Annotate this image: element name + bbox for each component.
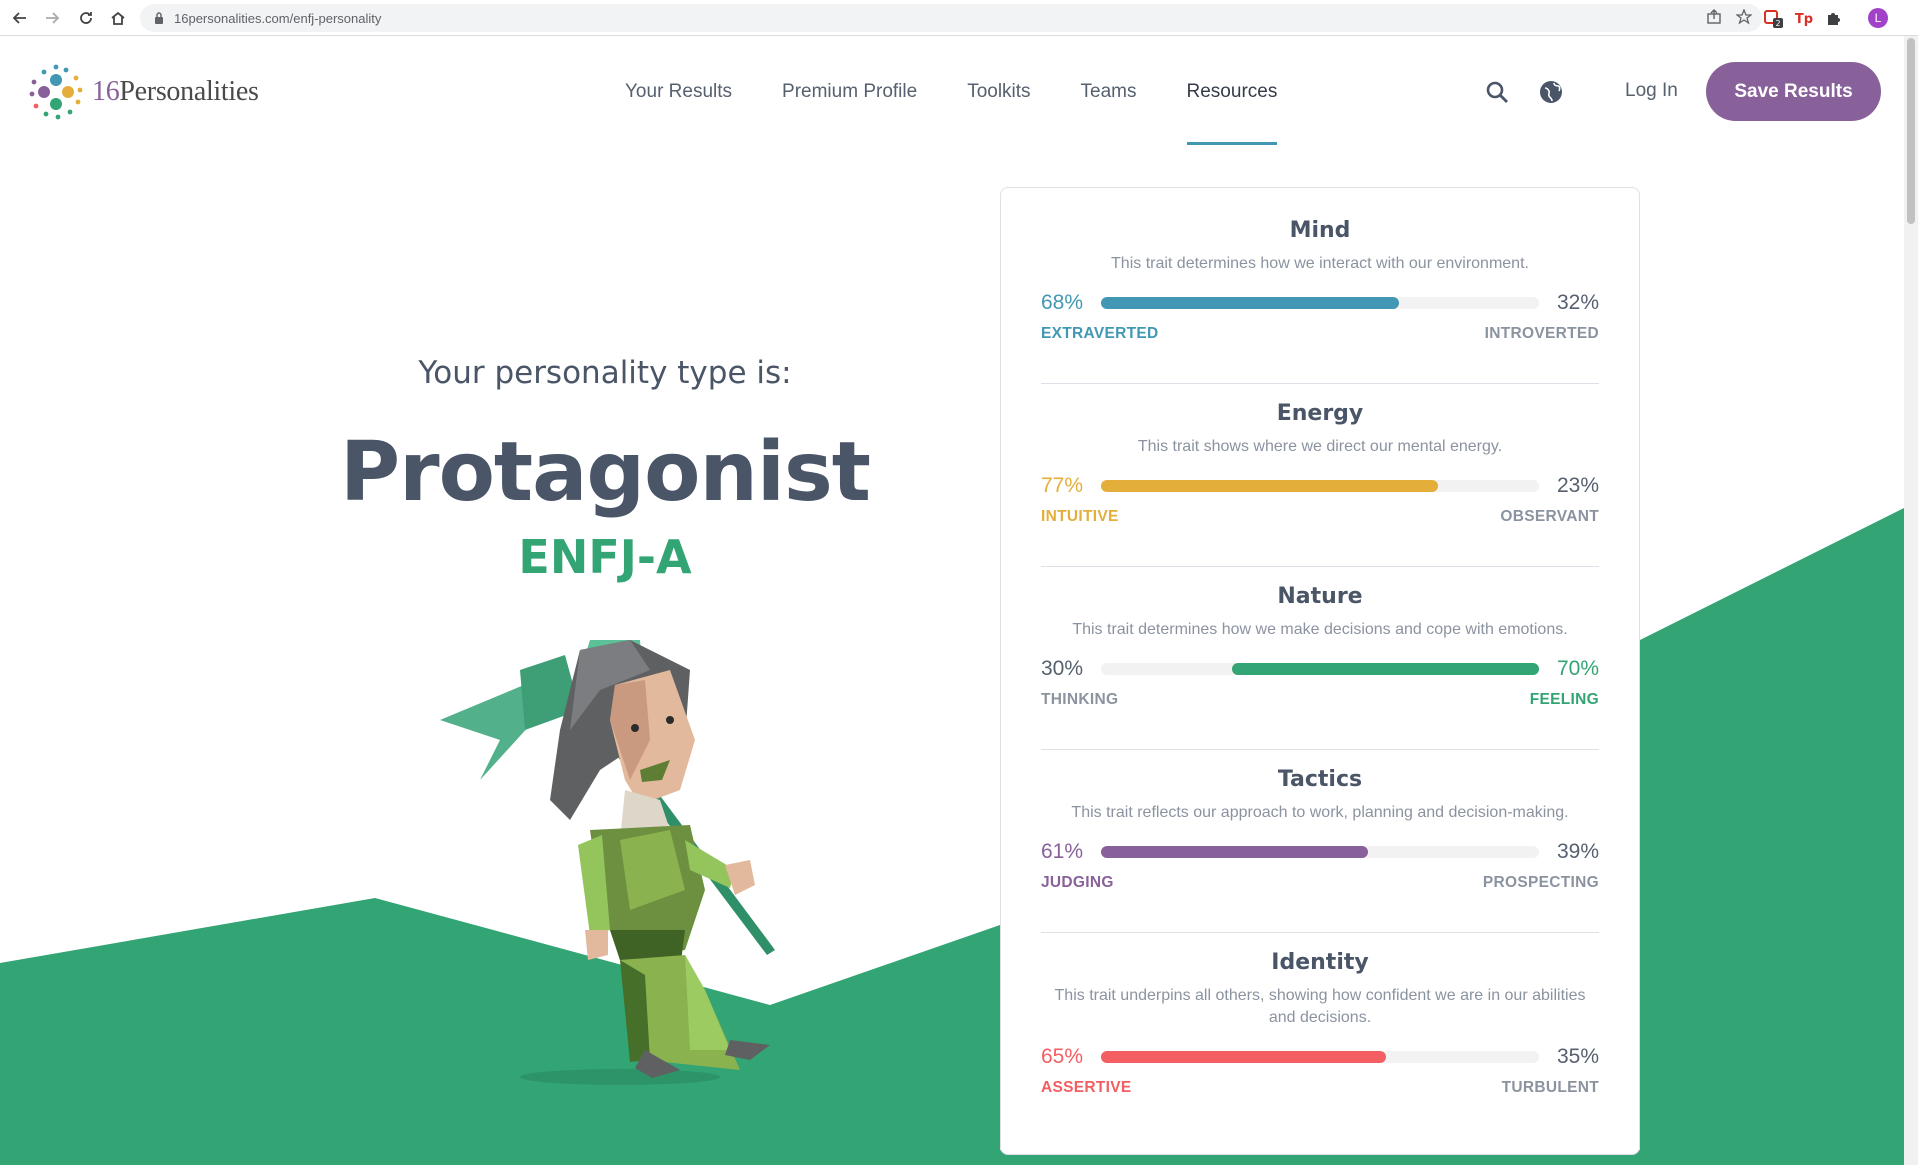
share-icon[interactable] <box>1706 9 1722 30</box>
trait-bar-fill <box>1232 663 1539 675</box>
trait-right-label: OBSERVANT <box>1500 508 1599 525</box>
scrollbar-thumb[interactable] <box>1907 38 1915 224</box>
traits-card: Mind This trait determines how we interac… <box>1000 187 1640 1155</box>
svg-text:Tp: Tp <box>1795 12 1813 27</box>
browser-toolbar: 16personalities.com/enfj-personality 2 T… <box>0 0 1918 36</box>
trait-name: Identity <box>1271 950 1369 975</box>
trait-name: Tactics <box>1277 767 1363 792</box>
trait-identity[interactable]: Identity This trait underpins all others,… <box>1041 950 1599 1099</box>
trait-bar-fill <box>1101 297 1399 309</box>
trait-bar-row: 77% 23% <box>1041 472 1599 500</box>
logo-number: 16 <box>92 76 120 107</box>
site-logo[interactable]: 16Personalities <box>28 64 259 120</box>
trait-divider <box>1041 383 1599 384</box>
logo-dots-icon <box>29 64 83 120</box>
page-scrollbar[interactable] <box>1904 36 1918 1165</box>
lock-icon <box>152 11 166 25</box>
profile-avatar[interactable]: L <box>1868 8 1888 28</box>
nav-resources[interactable]: Resources <box>1162 70 1303 145</box>
logo-word: Personalities <box>119 76 259 107</box>
nav-premium-profile[interactable]: Premium Profile <box>757 70 942 145</box>
trait-left-percent: 61% <box>1041 840 1084 863</box>
back-icon[interactable] <box>8 6 32 30</box>
save-results-button[interactable]: Save Results <box>1706 62 1881 121</box>
nav-toolkits[interactable]: Toolkits <box>942 70 1055 145</box>
trait-bar-track <box>1101 663 1539 675</box>
extension-badge-count: 2 <box>1775 19 1780 28</box>
personality-type-code: ENFJ-A <box>518 530 692 584</box>
extension-badge-icon[interactable]: 2 <box>1762 6 1786 30</box>
nav-teams[interactable]: Teams <box>1056 70 1162 145</box>
main-navigation: Your Results Premium Profile Toolkits Te… <box>600 70 1302 145</box>
trait-right-label: FEELING <box>1529 691 1599 708</box>
trait-right-percent: 23% <box>1556 474 1599 497</box>
trait-right-label: INTROVERTED <box>1484 325 1599 342</box>
globe-icon[interactable] <box>1539 80 1563 104</box>
trait-bar-fill <box>1101 480 1439 492</box>
extensions-puzzle-icon[interactable] <box>1822 6 1846 30</box>
trait-left-label: THINKING <box>1041 691 1119 708</box>
trait-bar-row: 65% 35% <box>1041 1043 1599 1071</box>
trait-description: This trait determines how we make decisi… <box>1072 621 1568 638</box>
trait-bar-fill <box>1101 846 1369 858</box>
trait-bar-track <box>1101 846 1539 858</box>
reload-icon[interactable] <box>74 6 98 30</box>
trait-description: This trait determines how we interact wi… <box>1111 255 1529 272</box>
trait-left-label: JUDGING <box>1041 874 1114 891</box>
trait-left-percent: 77% <box>1041 474 1084 497</box>
trait-bar-track <box>1101 1051 1539 1063</box>
trait-right-label: PROSPECTING <box>1482 874 1599 891</box>
home-icon[interactable] <box>106 6 130 30</box>
trait-name: Mind <box>1289 218 1351 243</box>
trait-divider <box>1041 566 1599 567</box>
login-link[interactable]: Log In <box>1625 80 1678 102</box>
url-text: 16personalities.com/enfj-personality <box>174 10 382 26</box>
trait-right-percent: 32% <box>1556 291 1599 314</box>
tp-extension-icon[interactable]: Tp <box>1792 6 1816 30</box>
trait-right-percent: 35% <box>1556 1045 1599 1068</box>
trait-left-percent: 30% <box>1041 657 1084 680</box>
trait-label-row: ASSERTIVE TURBULENT <box>1041 1079 1599 1099</box>
hero-subtitle: Your personality type is: <box>418 355 792 391</box>
trait-bar-row: 61% 39% <box>1041 838 1599 866</box>
search-icon[interactable] <box>1485 80 1509 104</box>
nav-your-results[interactable]: Your Results <box>600 70 757 145</box>
trait-left-percent: 68% <box>1041 291 1084 314</box>
trait-right-percent: 39% <box>1556 840 1599 863</box>
trait-left-percent: 65% <box>1041 1045 1084 1068</box>
trait-label-row: INTUITIVE OBSERVANT <box>1041 508 1599 528</box>
bookmark-star-icon[interactable] <box>1735 8 1753 30</box>
protagonist-illustration <box>440 640 775 1085</box>
trait-right-percent: 70% <box>1556 657 1599 680</box>
forward-icon[interactable] <box>40 6 64 30</box>
trait-mind[interactable]: Mind This trait determines how we interac… <box>1041 218 1599 384</box>
trait-divider <box>1041 932 1599 933</box>
trait-label-row: JUDGING PROSPECTING <box>1041 874 1599 894</box>
trait-left-label: ASSERTIVE <box>1041 1079 1132 1096</box>
trait-bar-track <box>1101 297 1539 309</box>
trait-label-row: THINKING FEELING <box>1041 691 1599 711</box>
trait-name: Energy <box>1276 401 1364 426</box>
trait-left-label: INTUITIVE <box>1041 508 1119 525</box>
trait-bar-row: 30% 70% <box>1041 655 1599 683</box>
trait-description: This trait underpins all others, showing… <box>1054 987 1586 1026</box>
trait-right-label: TURBULENT <box>1501 1079 1599 1096</box>
logo-text: 16Personalities <box>92 76 259 108</box>
trait-left-label: EXTRAVERTED <box>1041 325 1159 342</box>
trait-tactics[interactable]: Tactics This trait reflects our approach … <box>1041 767 1599 933</box>
trait-energy[interactable]: Energy This trait shows where we direct o… <box>1041 401 1599 567</box>
trait-divider <box>1041 749 1599 750</box>
trait-description: This trait reflects our approach to work… <box>1071 804 1569 821</box>
trait-description: This trait shows where we direct our men… <box>1137 438 1503 455</box>
address-bar[interactable]: 16personalities.com/enfj-personality <box>140 4 1762 32</box>
trait-bar-fill <box>1101 1051 1386 1063</box>
trait-nature[interactable]: Nature This trait determines how we make … <box>1041 584 1599 750</box>
trait-name: Nature <box>1277 584 1363 609</box>
trait-bar-row: 68% 32% <box>1041 289 1599 317</box>
trait-bar-track <box>1101 480 1539 492</box>
trait-label-row: EXTRAVERTED INTROVERTED <box>1041 325 1599 345</box>
personality-type-name: Protagonist <box>340 425 871 520</box>
